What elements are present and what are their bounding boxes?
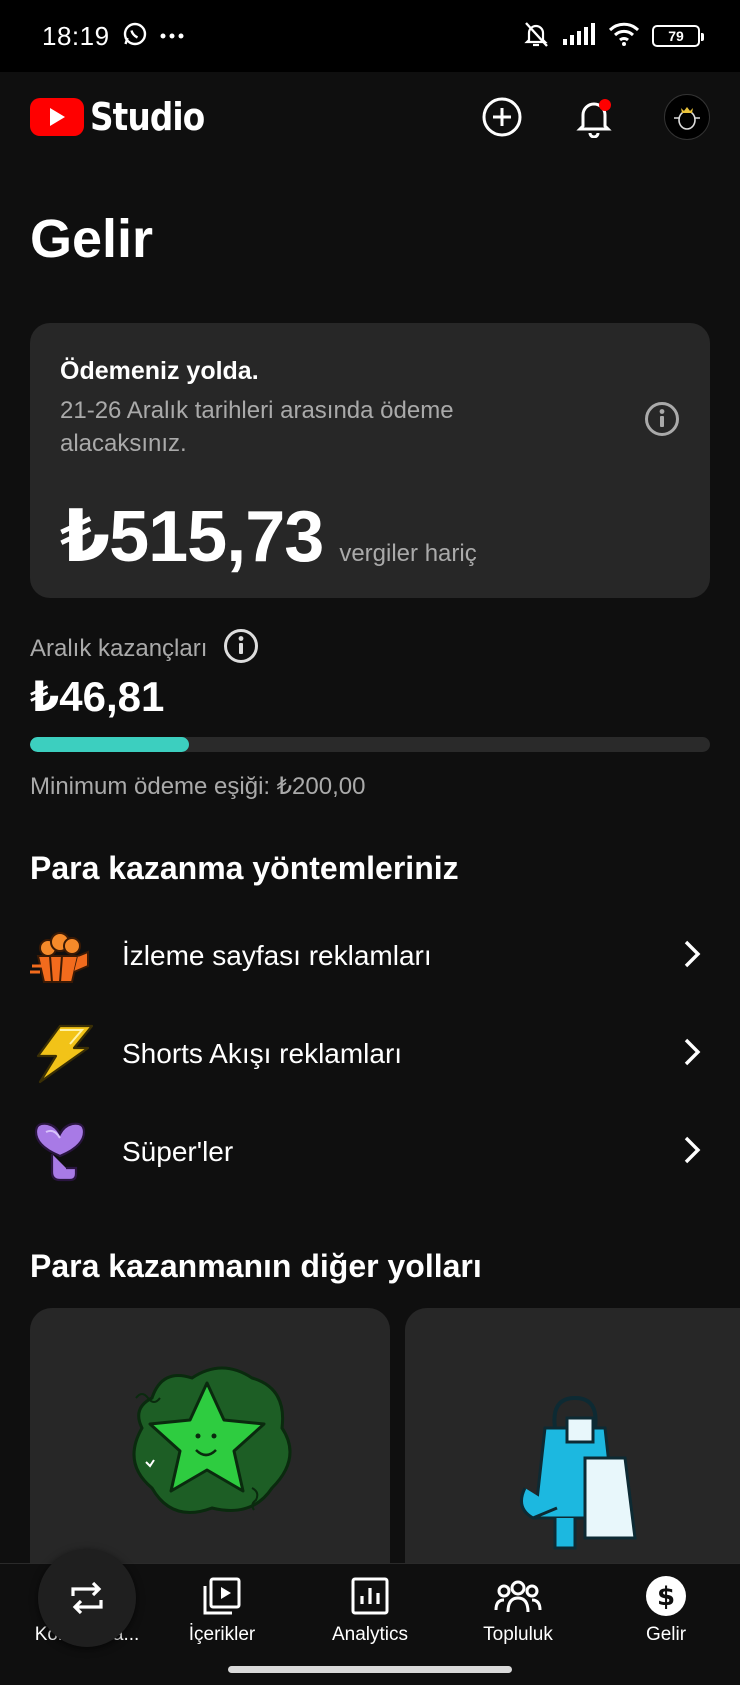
- method-row-supers[interactable]: Süper'ler: [30, 1112, 710, 1192]
- info-icon: [645, 402, 679, 436]
- whatsapp-icon: [122, 21, 148, 52]
- content-icon: [202, 1574, 242, 1618]
- method-row-watch-page-ads[interactable]: İzleme sayfası reklamları: [30, 916, 710, 996]
- payout-amount: ₺515,73: [60, 497, 324, 577]
- repeat-icon: [71, 1581, 103, 1615]
- payout-card: Ödemeniz yolda. 21-26 Aralık tarihleri a…: [30, 323, 710, 598]
- youtube-logo-icon: [30, 98, 84, 136]
- chevron-right-icon: [682, 1037, 702, 1072]
- nav-content[interactable]: İçerikler: [148, 1574, 296, 1654]
- nav-analytics[interactable]: Analytics: [296, 1574, 444, 1654]
- shopping-icon: [515, 1388, 645, 1563]
- logo-text: Studio: [90, 95, 205, 139]
- nav-label: Gelir: [645, 1624, 687, 1645]
- signal-icon: [562, 22, 596, 51]
- super-thanks-icon: [30, 1118, 98, 1186]
- earnings-label-row: Aralık kazançları: [30, 628, 259, 669]
- battery-icon: 79: [652, 25, 704, 47]
- method-row-shorts-feed-ads[interactable]: Shorts Akışı reklamları: [30, 1014, 710, 1094]
- chevron-right-icon: [682, 1135, 702, 1170]
- avatar[interactable]: [664, 94, 710, 140]
- nav-community[interactable]: Topluluk: [444, 1574, 592, 1654]
- earnings-info-button[interactable]: [223, 628, 259, 669]
- floating-switch-button[interactable]: [38, 1549, 136, 1647]
- other-ways-section-title: Para kazanmanın diğer yolları: [30, 1248, 482, 1284]
- earnings-progress-bar: [30, 737, 710, 752]
- nav-label: İçerikler: [188, 1624, 256, 1645]
- status-bar: 18:19 79: [0, 0, 740, 72]
- payout-description: 21-26 Aralık tarihleri arasında ödeme al…: [60, 397, 454, 457]
- info-icon: [224, 629, 259, 663]
- mute-icon: [522, 20, 550, 53]
- earnings-progress-fill: [30, 737, 190, 752]
- notification-icon: [576, 99, 612, 138]
- notifications-button[interactable]: [572, 95, 616, 139]
- star-icon: [122, 1358, 292, 1533]
- svg-text:$: $: [657, 1582, 675, 1612]
- create-icon: [482, 97, 522, 137]
- app-bar: Studio: [0, 72, 740, 162]
- method-label: Shorts Akışı reklamları: [122, 1038, 403, 1069]
- methods-section-title: Para kazanma yöntemleriniz: [30, 850, 459, 886]
- chevron-right-icon: [682, 939, 702, 974]
- more-icon: [160, 27, 184, 45]
- youtube-studio-logo[interactable]: Studio: [30, 95, 223, 139]
- method-label: İzleme sayfası reklamları: [122, 940, 432, 971]
- nav-label: Topluluk: [483, 1624, 553, 1645]
- analytics-icon: [350, 1574, 390, 1618]
- payout-info-button[interactable]: [644, 401, 680, 442]
- earn-icon: $: [645, 1574, 687, 1618]
- payout-amount-note: vergiler hariç: [339, 540, 477, 567]
- nav-earn[interactable]: $ Gelir: [592, 1574, 740, 1654]
- wifi-icon: [608, 22, 640, 51]
- page-title: Gelir: [30, 209, 154, 269]
- home-indicator[interactable]: [228, 1666, 512, 1673]
- lightning-icon: [30, 1020, 98, 1088]
- method-label: Süper'ler: [122, 1136, 234, 1167]
- popcorn-icon: [30, 922, 98, 990]
- earnings-label: Aralık kazançları: [30, 634, 208, 662]
- payment-threshold: Minimum ödeme eşiği: ₺200,00: [30, 773, 366, 800]
- earnings-value: ₺46,81: [30, 673, 165, 720]
- community-icon: [494, 1574, 542, 1618]
- nav-label: Analytics: [331, 1624, 409, 1645]
- create-button[interactable]: [480, 95, 524, 139]
- status-time: 18:19: [42, 20, 110, 51]
- payout-title: Ödemeniz yolda.: [60, 357, 259, 385]
